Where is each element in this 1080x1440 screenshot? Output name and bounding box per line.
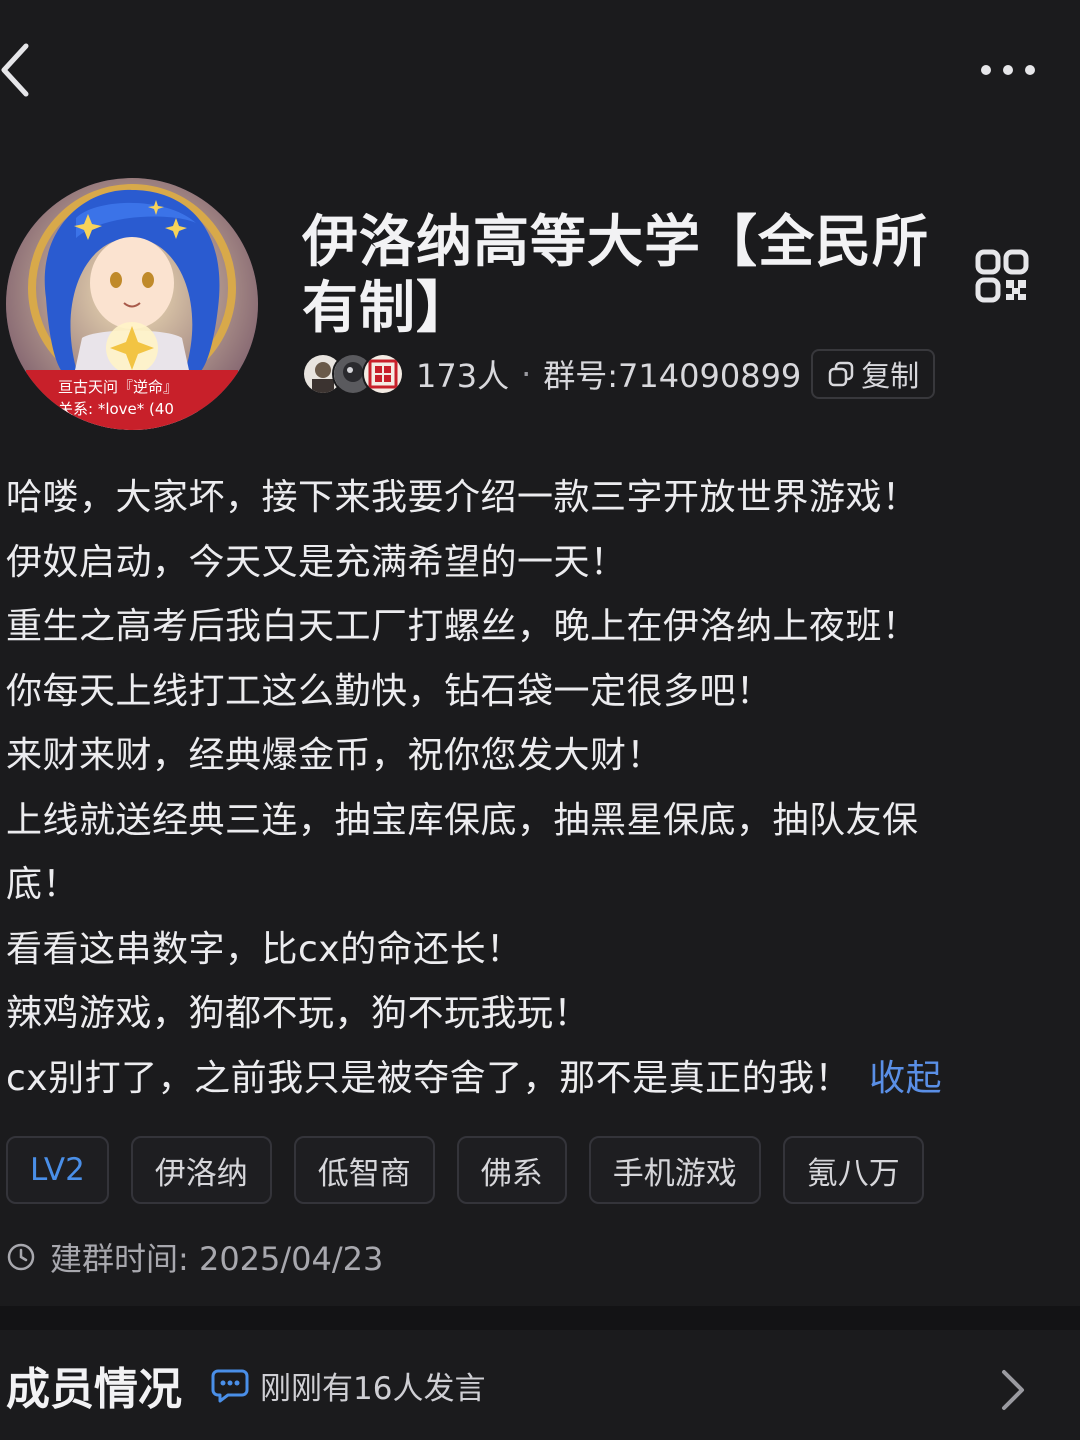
back-button[interactable] — [0, 40, 40, 100]
collapse-link[interactable]: 收起 — [869, 1058, 942, 1099]
avatar — [362, 353, 404, 395]
back-arrow-icon — [1, 43, 29, 97]
description-line: 看看这串数字，比cx的命还长！ — [6, 928, 523, 970]
description-last-line: cx别打了，之前我只是被夺舍了，那不是真正的我！ 收起 — [6, 1047, 1016, 1112]
clock-icon — [7, 1243, 35, 1271]
description-line: 辣鸡游戏，狗都不玩，狗不玩我玩！ — [6, 993, 591, 1034]
group-id: 群号:714090899 — [543, 357, 802, 395]
member-avatar-stack[interactable] — [302, 353, 404, 395]
description-line: 重生之高考后我白天工厂打螺丝，晚上在伊洛纳上夜班！ — [6, 606, 919, 647]
tag-level[interactable]: LV2 — [6, 1136, 109, 1204]
chevron-right-icon — [1002, 1370, 1024, 1410]
tag-item[interactable]: 低智商 — [293, 1136, 435, 1204]
chat-bubble-icon — [211, 1369, 249, 1403]
created-time: 建群时间: 2025/04/23 — [50, 1240, 384, 1278]
description-line: 上线就送经典三连，抽宝库保底，抽黑星保底，抽队友保底！ — [6, 799, 919, 906]
tag-item[interactable]: 氪八万 — [782, 1136, 924, 1204]
members-section-row[interactable]: 成员情况 刚刚有16人发言 — [0, 1330, 1080, 1440]
tag-item[interactable]: 手机游戏 — [588, 1136, 761, 1204]
description-line: cx别打了，之前我只是被夺舍了，那不是真正的我！ — [6, 1057, 852, 1099]
copy-icon — [829, 361, 854, 387]
copy-label: 复制 — [861, 359, 920, 393]
group-meta-row: 173人 · 群号:714090899 复制 — [302, 348, 936, 400]
tag-list: LV2 伊洛纳 低智商 佛系 手机游戏 氪八万 — [6, 1136, 924, 1204]
avatar-caption-1: 亘古天问『逆命』 — [58, 378, 178, 396]
qr-code-button[interactable] — [974, 248, 1030, 304]
meta-separator: · — [521, 355, 532, 393]
section-divider — [0, 1306, 1080, 1330]
description-line: 你每天上线打工这么勤快，钻石袋一定很多吧！ — [6, 670, 773, 712]
description-line: 来财来财，经典爆金币，祝你您发大财！ — [6, 735, 664, 776]
description-line: 伊奴启动，今天又是充满希望的一天！ — [6, 541, 627, 583]
more-dots-icon — [981, 65, 1035, 75]
members-activity-status: 刚刚有16人发言 — [260, 1370, 486, 1407]
members-section-title: 成员情况 — [6, 1364, 182, 1415]
copy-group-id-button[interactable]: 复制 — [811, 349, 936, 399]
member-count: 173人 — [416, 357, 510, 395]
created-time-row: 建群时间: 2025/04/23 — [6, 1234, 383, 1280]
more-options-button[interactable] — [980, 52, 1036, 88]
avatar-caption-2: 关系: *love* (40 — [58, 400, 174, 418]
group-description: 哈喽，大家坏，接下来我要介绍一款三字开放世界游戏！ 伊奴启动，今天又是充满希望的… — [6, 466, 1016, 1111]
group-name: 伊洛纳高等大学【全民所有制】 — [302, 210, 929, 341]
description-line: 哈喽，大家坏，接下来我要介绍一款三字开放世界游戏！ — [6, 477, 919, 518]
tag-item[interactable]: 伊洛纳 — [130, 1136, 272, 1204]
qr-code-icon — [975, 249, 1029, 303]
group-avatar[interactable]: 亘古天问『逆命』 关系: *love* (40 — [6, 178, 258, 430]
tag-item[interactable]: 佛系 — [456, 1136, 567, 1204]
